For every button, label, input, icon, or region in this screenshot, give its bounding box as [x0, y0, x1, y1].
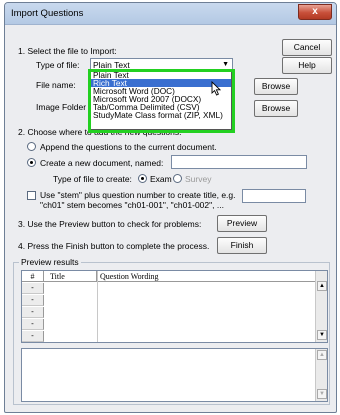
use-stem-checkbox[interactable]: [27, 191, 36, 200]
column-header-title: Title: [44, 271, 97, 282]
question-preview-pane[interactable]: ▲ ▼: [21, 348, 328, 402]
create-new-radio[interactable]: [27, 158, 36, 167]
survey-radio[interactable]: [173, 174, 182, 183]
column-header-question-wording: Question Wording: [97, 271, 316, 282]
table-row[interactable]: -: [22, 295, 44, 306]
scroll-up-icon[interactable]: ▲: [317, 281, 327, 291]
table-row[interactable]: -: [22, 283, 44, 294]
column-header-number: #: [22, 271, 44, 282]
browse-file-button[interactable]: Browse: [254, 78, 298, 95]
green-highlight-box: [88, 69, 235, 133]
title-bar[interactable]: Import Questions x: [5, 3, 336, 25]
type-to-create-label: Type of file to create:: [53, 174, 132, 184]
window-title: Import Questions: [11, 8, 84, 19]
import-questions-dialog: Import Questions x Cancel Help 1. Select…: [4, 2, 337, 413]
exam-label: Exam: [150, 174, 172, 184]
pane-scroll-down-icon[interactable]: ▼: [317, 389, 327, 399]
finish-button[interactable]: Finish: [217, 237, 267, 254]
survey-label: Survey: [185, 174, 212, 184]
stem-description-line2: "ch01" stem becomes "ch01-001", "ch01-00…: [40, 200, 224, 210]
stem-field[interactable]: [242, 189, 306, 203]
browse-folder-button[interactable]: Browse: [254, 100, 298, 117]
file-name-label: File name:: [36, 80, 76, 90]
table-row[interactable]: -: [22, 331, 44, 342]
pane-scroll-up-icon[interactable]: ▲: [317, 350, 327, 360]
step3-heading: 3. Use the Preview button to check for p…: [18, 219, 202, 229]
create-new-label: Create a new document, named:: [40, 158, 164, 168]
preview-results-label: Preview results: [19, 257, 81, 267]
table-scrollbar[interactable]: ▲ ▼: [315, 271, 327, 342]
scroll-down-icon[interactable]: ▼: [317, 330, 327, 340]
step4-heading: 4. Press the Finish button to complete t…: [18, 241, 210, 251]
column-divider: [97, 271, 98, 342]
append-label: Append the questions to the current docu…: [40, 142, 217, 152]
table-row[interactable]: -: [22, 319, 44, 330]
image-folder-label: Image Folder: [36, 102, 87, 112]
new-document-name-field[interactable]: [171, 155, 307, 169]
type-of-file-label: Type of file:: [36, 60, 80, 70]
exam-radio[interactable]: [138, 174, 147, 183]
cancel-button[interactable]: Cancel: [282, 39, 332, 56]
append-radio[interactable]: [27, 142, 36, 151]
mouse-cursor-icon: [211, 81, 221, 96]
table-row[interactable]: -: [22, 307, 44, 318]
step1-heading: 1. Select the file to Import:: [18, 46, 117, 56]
stem-description-line1: Use "stem" plus question number to creat…: [40, 190, 236, 200]
preview-pane-scrollbar[interactable]: ▲ ▼: [315, 349, 327, 401]
preview-table[interactable]: # Title Question Wording - - - - - ▲ ▼: [21, 270, 328, 343]
close-button[interactable]: x: [298, 4, 332, 20]
preview-button[interactable]: Preview: [217, 215, 267, 232]
help-button[interactable]: Help: [282, 57, 332, 74]
